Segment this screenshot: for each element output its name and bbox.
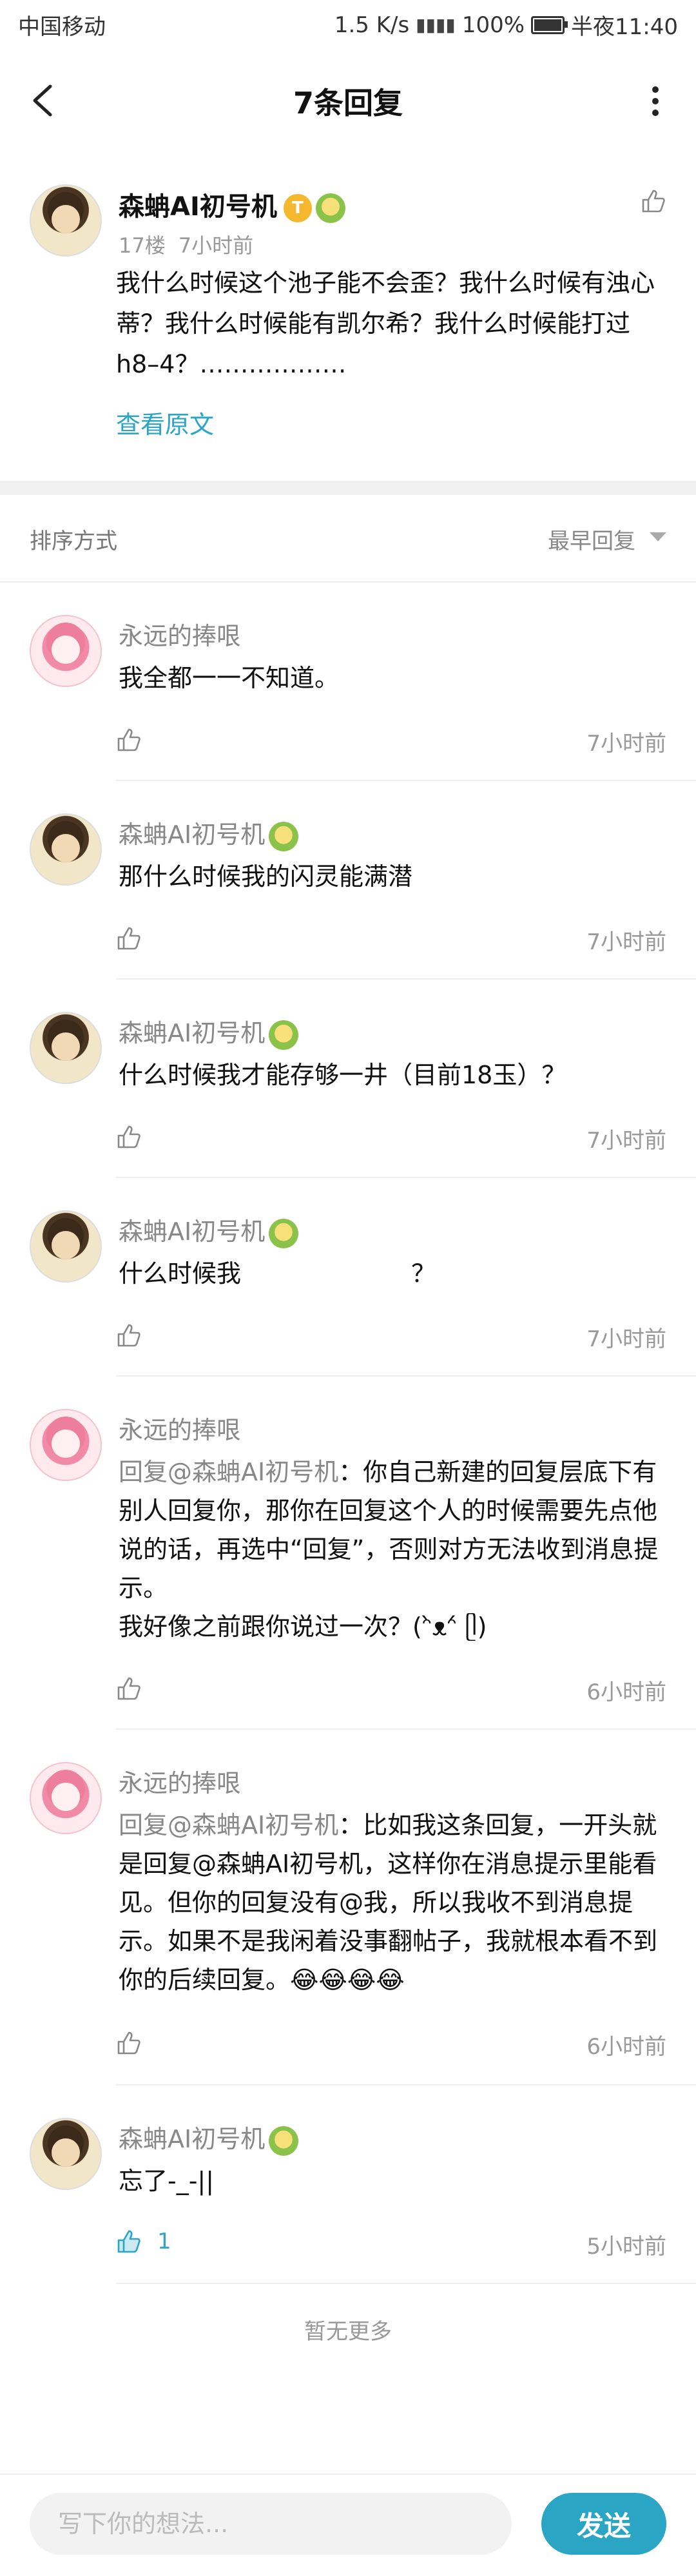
reply-author[interactable]: 永远的捧哏: [119, 1410, 241, 1446]
sort-dropdown[interactable]: 最早回复: [548, 523, 635, 555]
reply-author-name[interactable]: 森蚺AI初号机: [119, 1217, 265, 1246]
reply-content[interactable]: 什么时候我 ？: [119, 1254, 668, 1293]
original-post: 森蚺AI初号机 T 17楼 7小时前 我什么时候这个池子能不会歪？我什么时候有浊心蒂…: [0, 152, 696, 474]
avatar[interactable]: [30, 1762, 102, 1834]
thumbs-up-icon[interactable]: [641, 188, 666, 214]
avatar[interactable]: [30, 184, 102, 257]
status-bar: 中国移动 1.5 K/s ▮▮▮▮ 100% 半夜11:40: [0, 0, 696, 49]
more-options-icon[interactable]: [652, 86, 660, 116]
reply-author: 森蚺AI初号机: [119, 1212, 299, 1248]
reply-content[interactable]: 那什么时候我的闪灵能满潜: [119, 857, 668, 896]
battery-icon: [531, 15, 568, 34]
status-right: 1.5 K/s ▮▮▮▮ 100% 半夜11:40: [334, 9, 678, 41]
post-time: 7小时前: [178, 233, 254, 258]
level-badge: T: [283, 194, 312, 222]
battery-percent: 100%: [461, 12, 525, 38]
top-bar: 7条回复: [0, 49, 696, 152]
reply-author: 森蚺AI初号机: [119, 815, 299, 851]
floor-label: 17楼: [119, 233, 166, 258]
cat-badge-icon: [315, 193, 345, 223]
op-meta: 17楼 7小时前: [119, 229, 253, 259]
reply-author: 森蚺AI初号机: [119, 1013, 299, 1050]
reply-content[interactable]: 什么时候我才能存够一井（目前18玉）？: [119, 1056, 668, 1094]
composer-bar: 发送: [0, 2474, 696, 2576]
reply-time: 5小时前: [586, 2234, 666, 2260]
reply-item: 永远的捧哏 回复@森蚺AI初号机：比如我这条回复，一开头就是回复@森蚺AI初号机…: [0, 1730, 696, 2086]
op-author-row: 森蚺AI初号机 T: [119, 186, 345, 223]
view-original-link[interactable]: 查看原文: [116, 405, 214, 440]
page-title: 7条回复: [293, 86, 403, 121]
reply-item: 森蚺AI初号机 什么时候我 ？ 7小时前: [0, 1178, 696, 1377]
mention-link[interactable]: 回复@森蚺AI初号机: [119, 1458, 338, 1486]
thumbs-up-icon[interactable]: [116, 1124, 142, 1150]
reply-time: 7小时前: [586, 1326, 666, 1352]
avatar[interactable]: [30, 813, 102, 886]
section-divider: [0, 481, 696, 495]
reply-text-start: 什么时候我: [119, 1259, 242, 1288]
divider: [116, 2283, 696, 2284]
signal-icon: ▮▮▮▮: [416, 14, 456, 35]
reply-author-name[interactable]: 森蚺AI初号机: [119, 1019, 265, 1047]
avatar[interactable]: [30, 1012, 102, 1084]
reply-time: 7小时前: [586, 929, 666, 955]
avatar[interactable]: [30, 1210, 102, 1283]
carrier-label: 中国移动: [18, 14, 106, 40]
reply-text-end: ？: [411, 1259, 436, 1288]
sort-label: 排序方式: [30, 528, 117, 554]
reply-item: 永远的捧哏 我全都一一不知道。 7小时前: [0, 583, 696, 781]
avatar[interactable]: [30, 1409, 102, 1481]
reply-item: 永远的捧哏 回复@森蚺AI初号机：你自己新建的回复层底下有别人回复你，那你在回复…: [0, 1377, 696, 1730]
thumbs-up-icon[interactable]: [116, 925, 142, 951]
op-content: 我什么时候这个池子能不会歪？我什么时候有浊心蒂？我什么时候能有凯尔希？我什么时候…: [116, 269, 655, 378]
cat-badge-icon: [269, 2126, 299, 2156]
thumbs-up-icon[interactable]: [116, 2229, 142, 2254]
thumbs-up-icon[interactable]: [116, 2030, 142, 2056]
reply-author: 森蚺AI初号机: [119, 2119, 299, 2156]
thumbs-up-icon[interactable]: [116, 727, 142, 753]
sort-row: 排序方式 最早回复: [0, 495, 696, 581]
thumbs-up-icon[interactable]: [116, 1676, 142, 1701]
reply-item: 森蚺AI初号机 忘了-_-|| 1 5小时前: [0, 2086, 696, 2284]
reply-content[interactable]: 忘了-_-||: [119, 2162, 668, 2200]
cat-badge-icon: [269, 821, 299, 851]
mention-link[interactable]: 回复@森蚺AI初号机: [119, 1811, 338, 1839]
comment-input[interactable]: [30, 2493, 512, 2555]
no-more-label: 暂无更多: [304, 2319, 392, 2345]
send-button[interactable]: 发送: [541, 2493, 666, 2555]
op-author-name[interactable]: 森蚺AI初号机: [119, 192, 277, 222]
reply-item: 森蚺AI初号机 什么时候我才能存够一井（目前18玉）？ 7小时前: [0, 980, 696, 1178]
clock: 半夜11:40: [571, 14, 678, 40]
network-speed: 1.5 K/s: [334, 12, 410, 38]
thumbs-up-icon[interactable]: [116, 1322, 142, 1348]
reply-time: 6小时前: [586, 1680, 666, 1705]
reply-time: 7小时前: [586, 731, 666, 757]
reply-content[interactable]: 回复@森蚺AI初号机：比如我这条回复，一开头就是回复@森蚺AI初号机，这样你在消…: [119, 1806, 668, 1999]
cat-badge-icon: [269, 1218, 299, 1248]
cat-badge-icon: [269, 1020, 299, 1050]
like-count: 1: [157, 2229, 171, 2254]
avatar[interactable]: [30, 615, 102, 687]
reply-item: 森蚺AI初号机 那什么时候我的闪灵能满潜 7小时前: [0, 781, 696, 980]
reply-author[interactable]: 永远的捧哏: [119, 1763, 241, 1799]
reply-author[interactable]: 永远的捧哏: [119, 616, 241, 652]
reply-author-name[interactable]: 森蚺AI初号机: [119, 820, 265, 849]
reply-author-name[interactable]: 森蚺AI初号机: [119, 2125, 265, 2153]
battery-fill: [534, 19, 562, 31]
reply-content[interactable]: 回复@森蚺AI初号机：你自己新建的回复层底下有别人回复你，那你在回复这个人的时候…: [119, 1453, 668, 1646]
chevron-down-icon[interactable]: [650, 532, 666, 541]
reply-time: 7小时前: [586, 1128, 666, 1154]
reply-time: 6小时前: [586, 2034, 666, 2060]
avatar[interactable]: [30, 2118, 102, 2190]
reply-content[interactable]: 我全都一一不知道。: [119, 659, 668, 697]
